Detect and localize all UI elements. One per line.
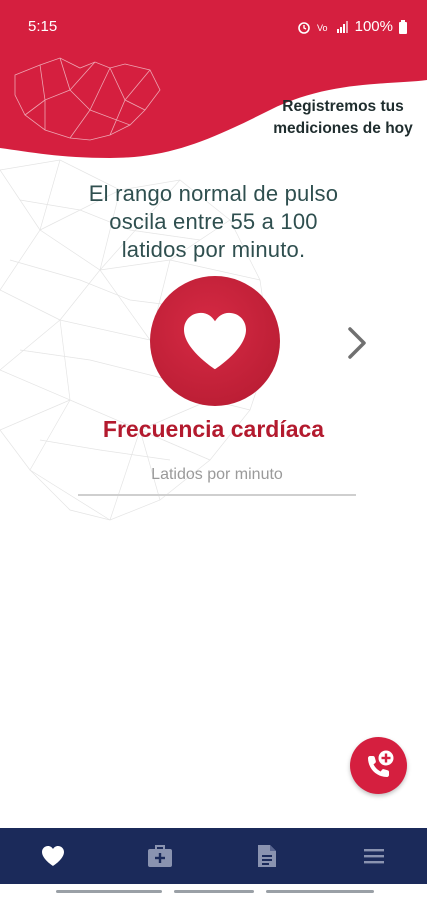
signal-icon [336,20,348,33]
nav-item-document[interactable] [214,828,321,884]
system-nav-line-left [56,890,162,893]
emergency-call-button[interactable] [350,737,407,794]
heart-icon [184,312,246,370]
heart-icon [42,846,65,866]
header-title: Registremos tus mediciones de hoy [258,96,427,140]
status-time: 5:15 [28,18,58,35]
svg-text:Vo: Vo [317,23,328,33]
status-icons: Vo 100% [297,18,407,35]
battery-percent: 100% [354,18,393,35]
nav-item-menu[interactable] [320,828,427,884]
system-nav-bar [0,884,427,900]
info-line3: latidos por minuto. [121,237,306,262]
battery-icon [399,19,407,34]
menu-icon [363,849,384,864]
info-line2: oscila entre 55 a 100 [109,209,318,234]
heart-rate-input[interactable] [78,456,356,496]
metric-title: Frecuencia cardíaca [102,416,325,442]
nav-item-medical-kit[interactable] [107,828,214,884]
document-icon [257,845,276,867]
info-line1: El rango normal de pulso [88,181,339,206]
header-title-line2: mediciones de hoy [273,120,413,137]
system-nav-line-right [266,890,374,893]
alarm-icon [297,21,310,34]
bottom-nav [0,828,427,884]
next-chevron-icon[interactable] [345,326,369,360]
pulse-range-info: El rango normal de pulso oscila entre 55… [40,180,387,264]
nav-item-heart[interactable] [0,828,107,884]
heart-rate-badge [150,276,280,406]
medical-kit-icon [148,845,173,867]
wifi-calling-icon: Vo [317,23,328,33]
system-nav-line-center [174,890,254,893]
phone-plus-icon [367,750,393,777]
header-title-line1: Registremos tus [282,98,404,115]
